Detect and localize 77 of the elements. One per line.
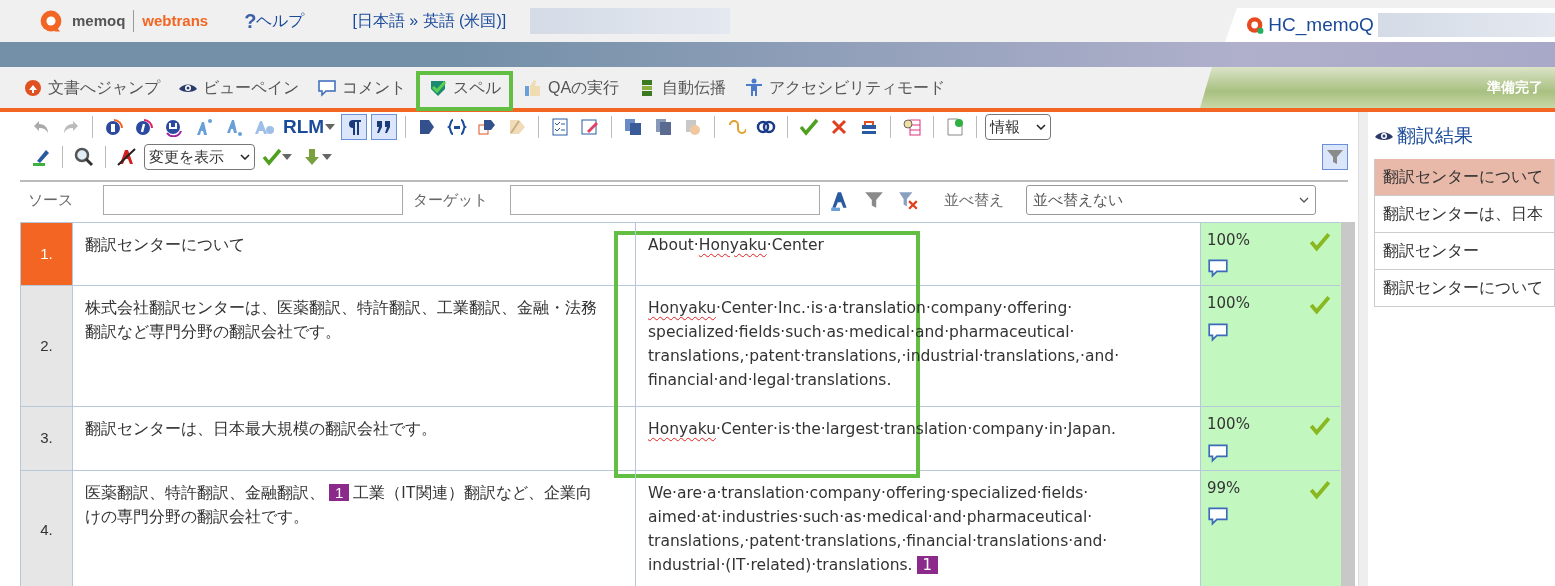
match-percentage: 100% xyxy=(1207,294,1250,313)
result-item[interactable]: 翻訳センターについて xyxy=(1374,269,1555,307)
target-filter-field[interactable] xyxy=(510,184,820,215)
logo-text: memoq xyxy=(72,10,126,31)
check-icon xyxy=(799,116,820,137)
result-item[interactable]: 翻訳センターについて xyxy=(1374,158,1555,196)
jump-icon xyxy=(23,78,43,98)
comment-icon[interactable] xyxy=(1207,257,1229,280)
inline-tag: 1 xyxy=(916,555,939,574)
help-icon[interactable]: ? xyxy=(244,6,257,36)
caret-icon xyxy=(1036,123,1047,130)
caret-icon xyxy=(322,153,332,160)
filter-toggle[interactable] xyxy=(1322,143,1348,170)
italic-icon xyxy=(134,116,154,137)
source-filter-field[interactable] xyxy=(103,184,403,215)
logo-icon xyxy=(38,8,64,34)
arrow-down-icon xyxy=(302,146,322,167)
sort-dropdown[interactable]: 並べ替えない xyxy=(1026,184,1316,215)
source-text: 翻訳センターは、日本最大規模の翻訳会社です。 xyxy=(73,407,636,470)
document-icon xyxy=(653,116,674,137)
language-pair-link[interactable]: [日本語 » 英語 (米国)] xyxy=(352,9,507,33)
menu-item[interactable]: ビューペイン xyxy=(169,74,308,108)
spell-check-icon xyxy=(428,78,448,98)
source-text: 株式会社翻訳センターは、医薬翻訳、特許翻訳、工業翻訳、金融・法務翻訳など専門分野の翻訳会社です。 xyxy=(73,286,636,407)
toolbar-toggle[interactable] xyxy=(371,113,398,140)
strike-a-icon xyxy=(117,146,137,167)
dropdown[interactable]: 情報 xyxy=(985,113,1052,140)
add-note-icon xyxy=(945,116,966,137)
toolbar-toggle[interactable] xyxy=(341,113,368,140)
help-link[interactable]: ヘルプ xyxy=(256,9,305,33)
comment-icon[interactable] xyxy=(1207,441,1229,464)
rlm-menu-button[interactable]: RLM xyxy=(281,112,338,142)
segment-number[interactable]: 2. xyxy=(21,286,73,407)
copy-icon xyxy=(623,116,644,137)
comment-icon[interactable] xyxy=(1207,505,1229,528)
search-list-icon xyxy=(902,116,923,137)
logo-text: webtrans xyxy=(133,9,209,33)
check-icon xyxy=(262,146,282,167)
menu-item[interactable]: QAの実行 xyxy=(514,74,629,108)
match-percentage: 99% xyxy=(1207,478,1241,497)
bold-icon xyxy=(104,116,124,137)
checklist-icon xyxy=(550,116,571,137)
result-item[interactable]: 翻訳センター xyxy=(1374,232,1555,270)
thumbs-up-icon xyxy=(523,78,543,98)
sort-label: 並べ替え xyxy=(944,189,1004,210)
source-label: ソース xyxy=(28,189,73,210)
braces-icon xyxy=(447,116,468,137)
inline-tag: 1 xyxy=(329,483,350,501)
comment-icon xyxy=(317,78,337,98)
menu-item[interactable]: 自動伝播 xyxy=(628,74,736,108)
segment-number[interactable]: 4. xyxy=(21,470,73,586)
source-text: 翻訳センターについて xyxy=(73,222,636,286)
search-icon xyxy=(74,146,94,167)
dropdown[interactable]: 変更を表示 xyxy=(144,143,255,170)
menu-item[interactable]: コメント xyxy=(308,74,415,108)
comment-icon[interactable] xyxy=(1207,320,1229,343)
menu-item[interactable]: 文書へジャンプ xyxy=(14,74,169,108)
status-indicator: 準備完了 xyxy=(1200,67,1555,108)
caret-icon xyxy=(282,153,292,160)
match-percentage: 100% xyxy=(1207,415,1250,434)
caret-icon xyxy=(1299,196,1309,203)
document-tab[interactable]: HC_memoQ xyxy=(1225,8,1555,42)
menu-item[interactable]: アクセシビリティモード xyxy=(735,74,955,108)
match-percentage: 100% xyxy=(1207,230,1250,249)
target-label: ターゲット xyxy=(413,189,488,210)
person-icon xyxy=(744,78,765,98)
menu-item[interactable]: スペル xyxy=(419,74,510,108)
eye-icon xyxy=(1374,130,1394,142)
segment-number[interactable]: 3. xyxy=(21,407,73,470)
source-text: 医薬翻訳、特許翻訳、金融翻訳、 1 工業（IT関連）翻訳など、企業向けの専門分野の翻訳会社です。 xyxy=(73,470,636,586)
caret-icon xyxy=(325,123,336,130)
eye-icon xyxy=(178,82,198,94)
superscript-icon xyxy=(194,116,214,137)
panel-title: 翻訳結果 xyxy=(1397,124,1473,148)
caret-icon xyxy=(240,153,250,160)
result-item[interactable]: 翻訳センターは、日本 xyxy=(1374,195,1555,233)
edit-icon xyxy=(580,116,601,137)
